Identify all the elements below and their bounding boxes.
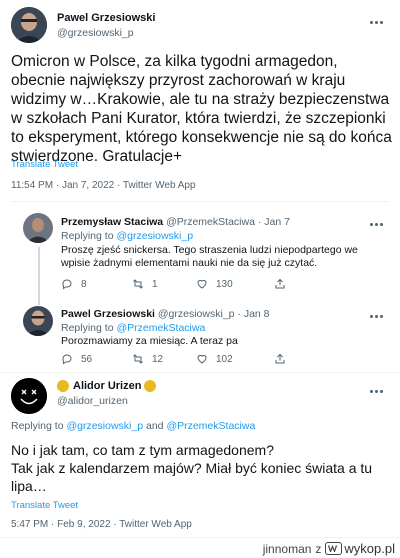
replying-to-label: Replying to (61, 230, 114, 242)
author-name[interactable]: Pawel Grzesiowski (57, 12, 155, 24)
divider (0, 372, 400, 373)
thread-line (38, 247, 40, 305)
replying-to: Replying to @grzesiowski_p and @PrzemekS… (11, 420, 255, 432)
reply-icon (62, 354, 72, 365)
heart-icon (197, 354, 207, 364)
avatar-przemyslaw-staciwa[interactable] (23, 213, 53, 243)
replying-to-link[interactable]: @PrzemekStaciwa (166, 420, 255, 432)
more-options-icon[interactable] (364, 381, 388, 401)
wykop-logo-icon (325, 542, 343, 555)
watermark-z: z (315, 541, 322, 556)
verified-badge-icon (144, 380, 157, 392)
reply-text: Proszę zjeść snickersa. Tego straszenia … (61, 244, 358, 269)
replying-to-label: Replying to (11, 420, 64, 432)
reply-text: Porozmawiamy za miesiąc. A teraz pa (61, 335, 238, 347)
replying-to-link[interactable]: @grzesiowski_p (116, 230, 193, 242)
replying-to-label: Replying to (61, 322, 114, 334)
tweet-timestamp[interactable]: 11:54 PM · Jan 7, 2022 · Twitter Web App (11, 180, 196, 191)
translate-tweet-link[interactable]: Translate Tweet (11, 159, 78, 170)
share-action[interactable] (274, 278, 294, 290)
reply-header: Przemysław Staciwa @PrzemekStaciwa · Jan… (61, 216, 290, 228)
more-options-icon[interactable] (364, 12, 388, 32)
author-name-row: Alidor Urizen (57, 380, 157, 392)
reply-count: 56 (81, 353, 93, 365)
author-handle[interactable]: @alidor_urizen (57, 395, 128, 407)
watermark-site: wykop.pl (344, 541, 395, 556)
replying-to-link[interactable]: @PrzemekStaciwa (116, 322, 205, 334)
heart-icon (197, 279, 207, 289)
like-action[interactable]: 102 (196, 353, 233, 365)
replying-to-link[interactable]: @grzesiowski_p (66, 420, 143, 432)
reply-header: Pawel Grzesiowski @grzesiowski_p · Jan 8 (61, 308, 270, 320)
share-icon (275, 278, 285, 289)
wykop-watermark: jinnoman z wykop.pl (263, 541, 395, 556)
retweet-action[interactable]: 1 (132, 278, 158, 290)
author-name[interactable]: Alidor Urizen (73, 380, 141, 392)
replying-to: Replying to @grzesiowski_p (61, 230, 193, 242)
retweet-icon (133, 279, 143, 289)
author-handle-date[interactable]: @PrzemekStaciwa · Jan 7 (166, 216, 290, 228)
avatar-pawel-grzesiowski[interactable] (11, 7, 47, 43)
replying-and: and (145, 420, 164, 432)
retweet-count: 12 (152, 353, 164, 365)
author-handle-date[interactable]: @grzesiowski_p · Jan 8 (158, 308, 270, 320)
share-icon (275, 353, 285, 364)
verified-badge-icon (57, 380, 69, 392)
divider (0, 537, 400, 538)
author-name[interactable]: Przemysław Staciwa (61, 216, 163, 228)
avatar-alidor-urizen[interactable] (11, 378, 47, 414)
retweet-action[interactable]: 12 (132, 353, 163, 365)
reply-action[interactable]: 8 (61, 278, 87, 290)
retweet-count: 1 (152, 278, 158, 290)
more-options-icon[interactable] (364, 306, 388, 326)
retweet-icon (133, 354, 143, 364)
more-options-icon[interactable] (364, 214, 388, 234)
reply-count: 8 (81, 278, 87, 290)
reply-action[interactable]: 56 (61, 353, 92, 365)
avatar-pawel-grzesiowski[interactable] (23, 306, 53, 336)
tweet-text-line-1: No i jak tam, co tam z tym armagedonem? (11, 442, 274, 458)
tweet-timestamp[interactable]: 5:47 PM · Feb 9, 2022 · Twitter Web App (11, 519, 192, 530)
translate-tweet-link[interactable]: Translate Tweet (11, 500, 78, 511)
like-count: 130 (216, 278, 233, 290)
tweet-text-line-2: Tak jak z kalendarzem majów? Miał być ko… (11, 460, 373, 494)
author-handle[interactable]: @grzesiowski_p (57, 27, 134, 39)
like-action[interactable]: 130 (196, 278, 233, 290)
tweet-text: Omicron w Polsce, za kilka tygodni armag… (11, 53, 392, 165)
share-action[interactable] (274, 353, 294, 365)
divider (11, 201, 389, 202)
like-count: 102 (216, 353, 233, 365)
watermark-user: jinnoman (262, 541, 312, 556)
replying-to: Replying to @PrzemekStaciwa (61, 322, 205, 334)
author-name[interactable]: Pawel Grzesiowski (61, 308, 155, 320)
reply-icon (62, 279, 72, 290)
